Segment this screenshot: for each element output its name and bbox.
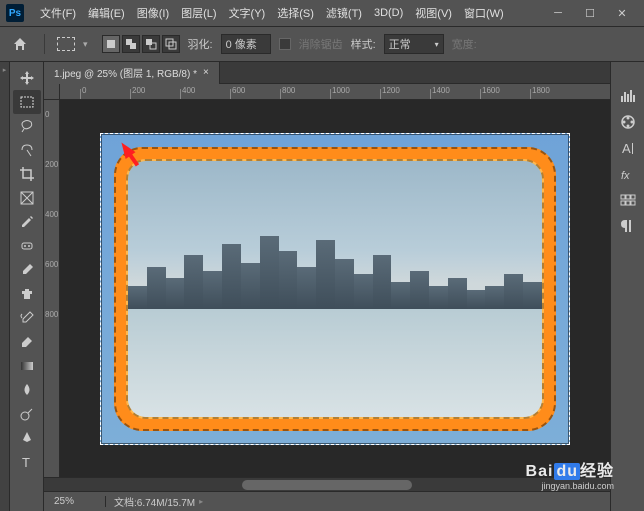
clone-tool[interactable] (13, 282, 41, 306)
feather-input[interactable] (221, 34, 271, 54)
canvas[interactable] (100, 133, 570, 445)
ruler-corner (44, 84, 60, 100)
swatches-panel-icon[interactable] (614, 188, 642, 212)
paragraph-panel-icon[interactable] (614, 214, 642, 238)
svg-text:fx: fx (621, 170, 630, 182)
app-logo: Ps (6, 4, 24, 22)
menu-view[interactable]: 视图(V) (409, 1, 458, 25)
move-tool[interactable] (13, 66, 41, 90)
tool-preset-dropdown[interactable]: ▾ (83, 39, 88, 50)
maximize-button[interactable]: ☐ (574, 3, 606, 23)
marching-ants-selection (100, 133, 570, 445)
menu-image[interactable]: 图像(I) (131, 1, 175, 25)
selection-mode-group (102, 35, 180, 53)
heal-tool[interactable] (13, 234, 41, 258)
options-bar: ▾ 羽化: 消除锯齿 样式: 正常▾ 宽度: (0, 26, 644, 62)
status-bar: 25% 文档:6.74M/15.7M ▸ (44, 491, 610, 511)
brush-tool[interactable] (13, 258, 41, 282)
type-tool[interactable]: T (13, 450, 41, 474)
frame-tool[interactable] (13, 186, 41, 210)
selection-subtract[interactable] (142, 35, 160, 53)
titlebar: Ps 文件(F) 编辑(E) 图像(I) 图层(L) 文字(Y) 选择(S) 滤… (0, 0, 644, 26)
menu-type[interactable]: 文字(Y) (223, 1, 272, 25)
menu-layer[interactable]: 图层(L) (175, 1, 222, 25)
document-tab[interactable]: 1.jpeg @ 25% (图层 1, RGB/8) * × (44, 62, 220, 84)
history-brush-tool[interactable] (13, 306, 41, 330)
menu-window[interactable]: 窗口(W) (458, 1, 510, 25)
dodge-tool[interactable] (13, 402, 41, 426)
color-panel-icon[interactable] (614, 110, 642, 134)
canvas-viewport[interactable] (60, 100, 610, 477)
character-panel-icon[interactable]: A (614, 136, 642, 160)
tab-bar: 1.jpeg @ 25% (图层 1, RGB/8) * × (44, 62, 610, 84)
svg-text:A: A (622, 141, 631, 156)
eyedropper-tool[interactable] (13, 210, 41, 234)
close-button[interactable]: ✕ (606, 3, 638, 23)
histogram-panel-icon[interactable] (614, 84, 642, 108)
left-collapse-strip[interactable]: ▸ (0, 62, 10, 511)
selection-intersect[interactable] (162, 35, 180, 53)
blur-tool[interactable] (13, 378, 41, 402)
lasso-tool[interactable] (13, 114, 41, 138)
quick-select-tool[interactable] (13, 138, 41, 162)
styles-panel-icon[interactable]: fx (614, 162, 642, 186)
tab-title: 1.jpeg @ 25% (图层 1, RGB/8) * (54, 65, 197, 80)
tool-preset-icon[interactable] (57, 37, 75, 51)
selection-new[interactable] (102, 35, 120, 53)
watermark: Baidu经验 jingyan.baidu.com (526, 457, 614, 491)
watermark-url: jingyan.baidu.com (526, 481, 614, 491)
crop-tool[interactable] (13, 162, 41, 186)
svg-text:T: T (22, 455, 30, 470)
ruler-vertical[interactable]: 0200400600800 (44, 100, 60, 477)
style-label: 样式: (351, 36, 376, 52)
gradient-tool[interactable] (13, 354, 41, 378)
selection-add[interactable] (122, 35, 140, 53)
zoom-level[interactable]: 25% (50, 496, 106, 507)
home-button[interactable] (8, 32, 32, 56)
info-chevron-icon[interactable]: ▸ (199, 497, 203, 506)
watermark-brand-1: Bai (526, 463, 554, 480)
pen-tool[interactable] (13, 426, 41, 450)
watermark-brand-3: 经验 (580, 463, 614, 480)
eraser-tool[interactable] (13, 330, 41, 354)
toolbox: T (10, 62, 44, 511)
menu-file[interactable]: 文件(F) (34, 1, 82, 25)
menu-3d[interactable]: 3D(D) (368, 3, 409, 23)
antialias-checkbox[interactable] (279, 38, 291, 50)
workspace: ▸ T 1.jpeg @ 25% (图层 1, RGB/8) * × 02004… (0, 62, 644, 511)
separator (44, 34, 45, 54)
minimize-button[interactable]: ─ (542, 3, 574, 23)
menu-filter[interactable]: 滤镜(T) (320, 1, 368, 25)
feather-label: 羽化: (188, 36, 213, 52)
close-tab-icon[interactable]: × (203, 67, 209, 78)
ruler-horizontal[interactable]: 020040060080010001200140016001800 (60, 84, 610, 100)
width-label: 宽度: (452, 36, 477, 52)
style-dropdown[interactable]: 正常▾ (384, 34, 444, 54)
watermark-brand-2: du (554, 463, 580, 480)
rect-marquee-tool[interactable] (13, 90, 41, 114)
document-size[interactable]: 文档:6.74M/15.7M (114, 494, 195, 509)
menu-select[interactable]: 选择(S) (271, 1, 320, 25)
right-panel-dock: A fx (610, 62, 644, 511)
collapse-left-icon[interactable]: ▸ (1, 66, 9, 74)
menu-edit[interactable]: 编辑(E) (82, 1, 131, 25)
antialias-label: 消除锯齿 (299, 36, 343, 52)
